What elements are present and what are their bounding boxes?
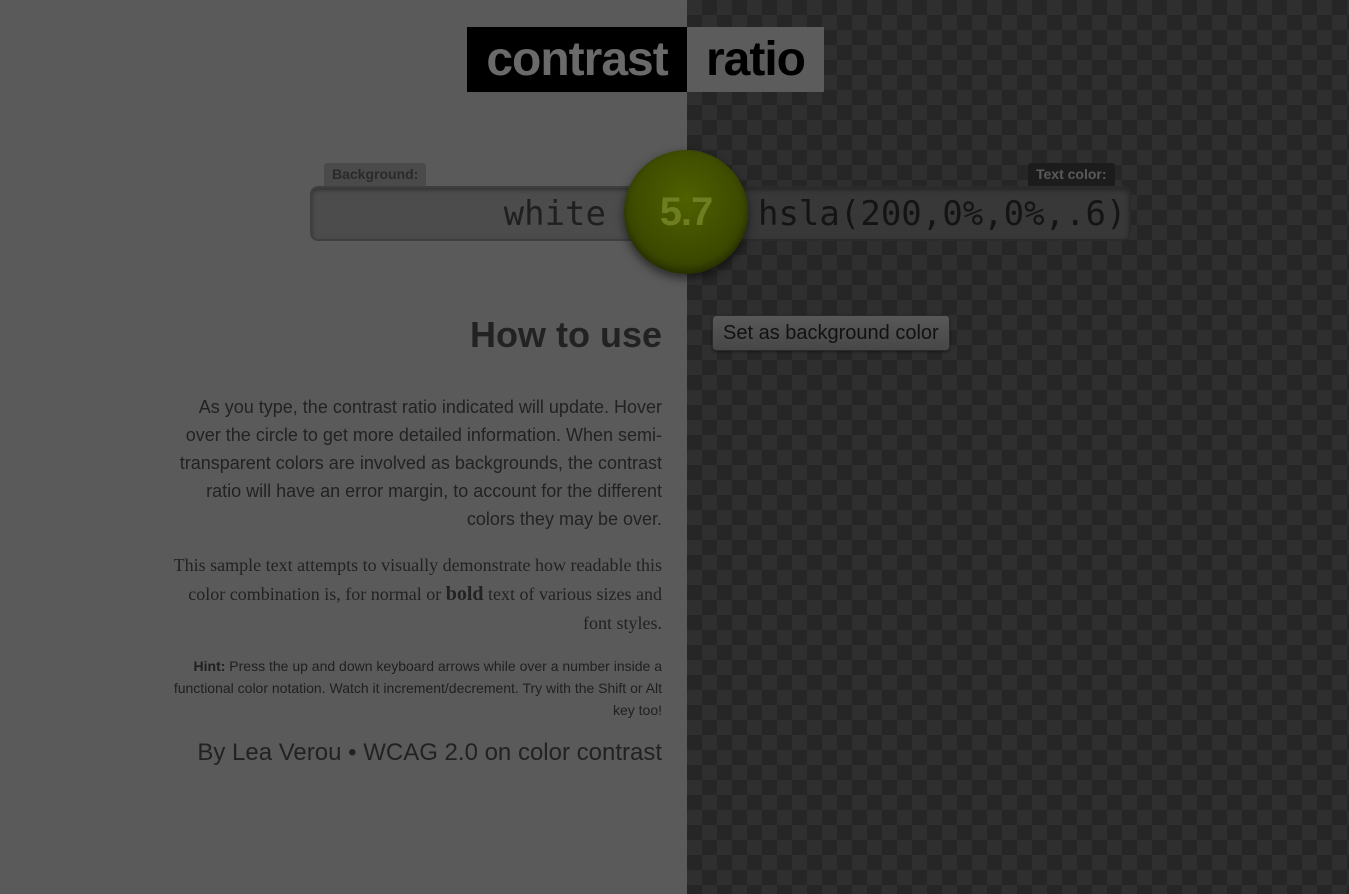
how-to-use-heading: How to use: [469, 314, 662, 355]
set-as-background-button[interactable]: Set as background color: [712, 315, 950, 351]
hint-text: Press the up and down keyboard arrows wh…: [173, 658, 662, 718]
text-color-label: Text color:: [1028, 163, 1115, 186]
wcag-link[interactable]: WCAG 2.0 on color contrast: [363, 739, 662, 766]
sample-text-after: text of various sizes and font styles.: [483, 584, 662, 633]
text-color-input[interactable]: hsla(200,0%,0%,.6): [714, 186, 1131, 241]
hint-paragraph: Hint: Press the up and down keyboard arr…: [170, 655, 662, 721]
background-label: Background:: [324, 163, 427, 186]
credits: By Lea Verou • WCAG 2.0 on color contras…: [120, 737, 662, 769]
sample-text-bold: bold: [445, 583, 484, 605]
hint-label: Hint:: [193, 658, 226, 674]
background-color-input[interactable]: white: [310, 186, 660, 241]
page: contrast ratio Background: Text color: w…: [0, 0, 1349, 894]
site-logo: contrast ratio: [467, 27, 824, 92]
sample-text-paragraph: This sample text attempts to visually de…: [170, 551, 662, 638]
logo-word-ratio: ratio: [687, 27, 824, 92]
contrast-ratio-circle[interactable]: 5.7: [624, 150, 748, 274]
checkerboard-preview-right: [687, 0, 1349, 894]
intro-paragraph: As you type, the contrast ratio indicate…: [179, 397, 662, 529]
author-link[interactable]: Lea Verou: [232, 739, 341, 766]
credits-separator: •: [341, 739, 364, 766]
credits-by: By: [197, 739, 233, 766]
logo-word-contrast: contrast: [467, 27, 687, 92]
